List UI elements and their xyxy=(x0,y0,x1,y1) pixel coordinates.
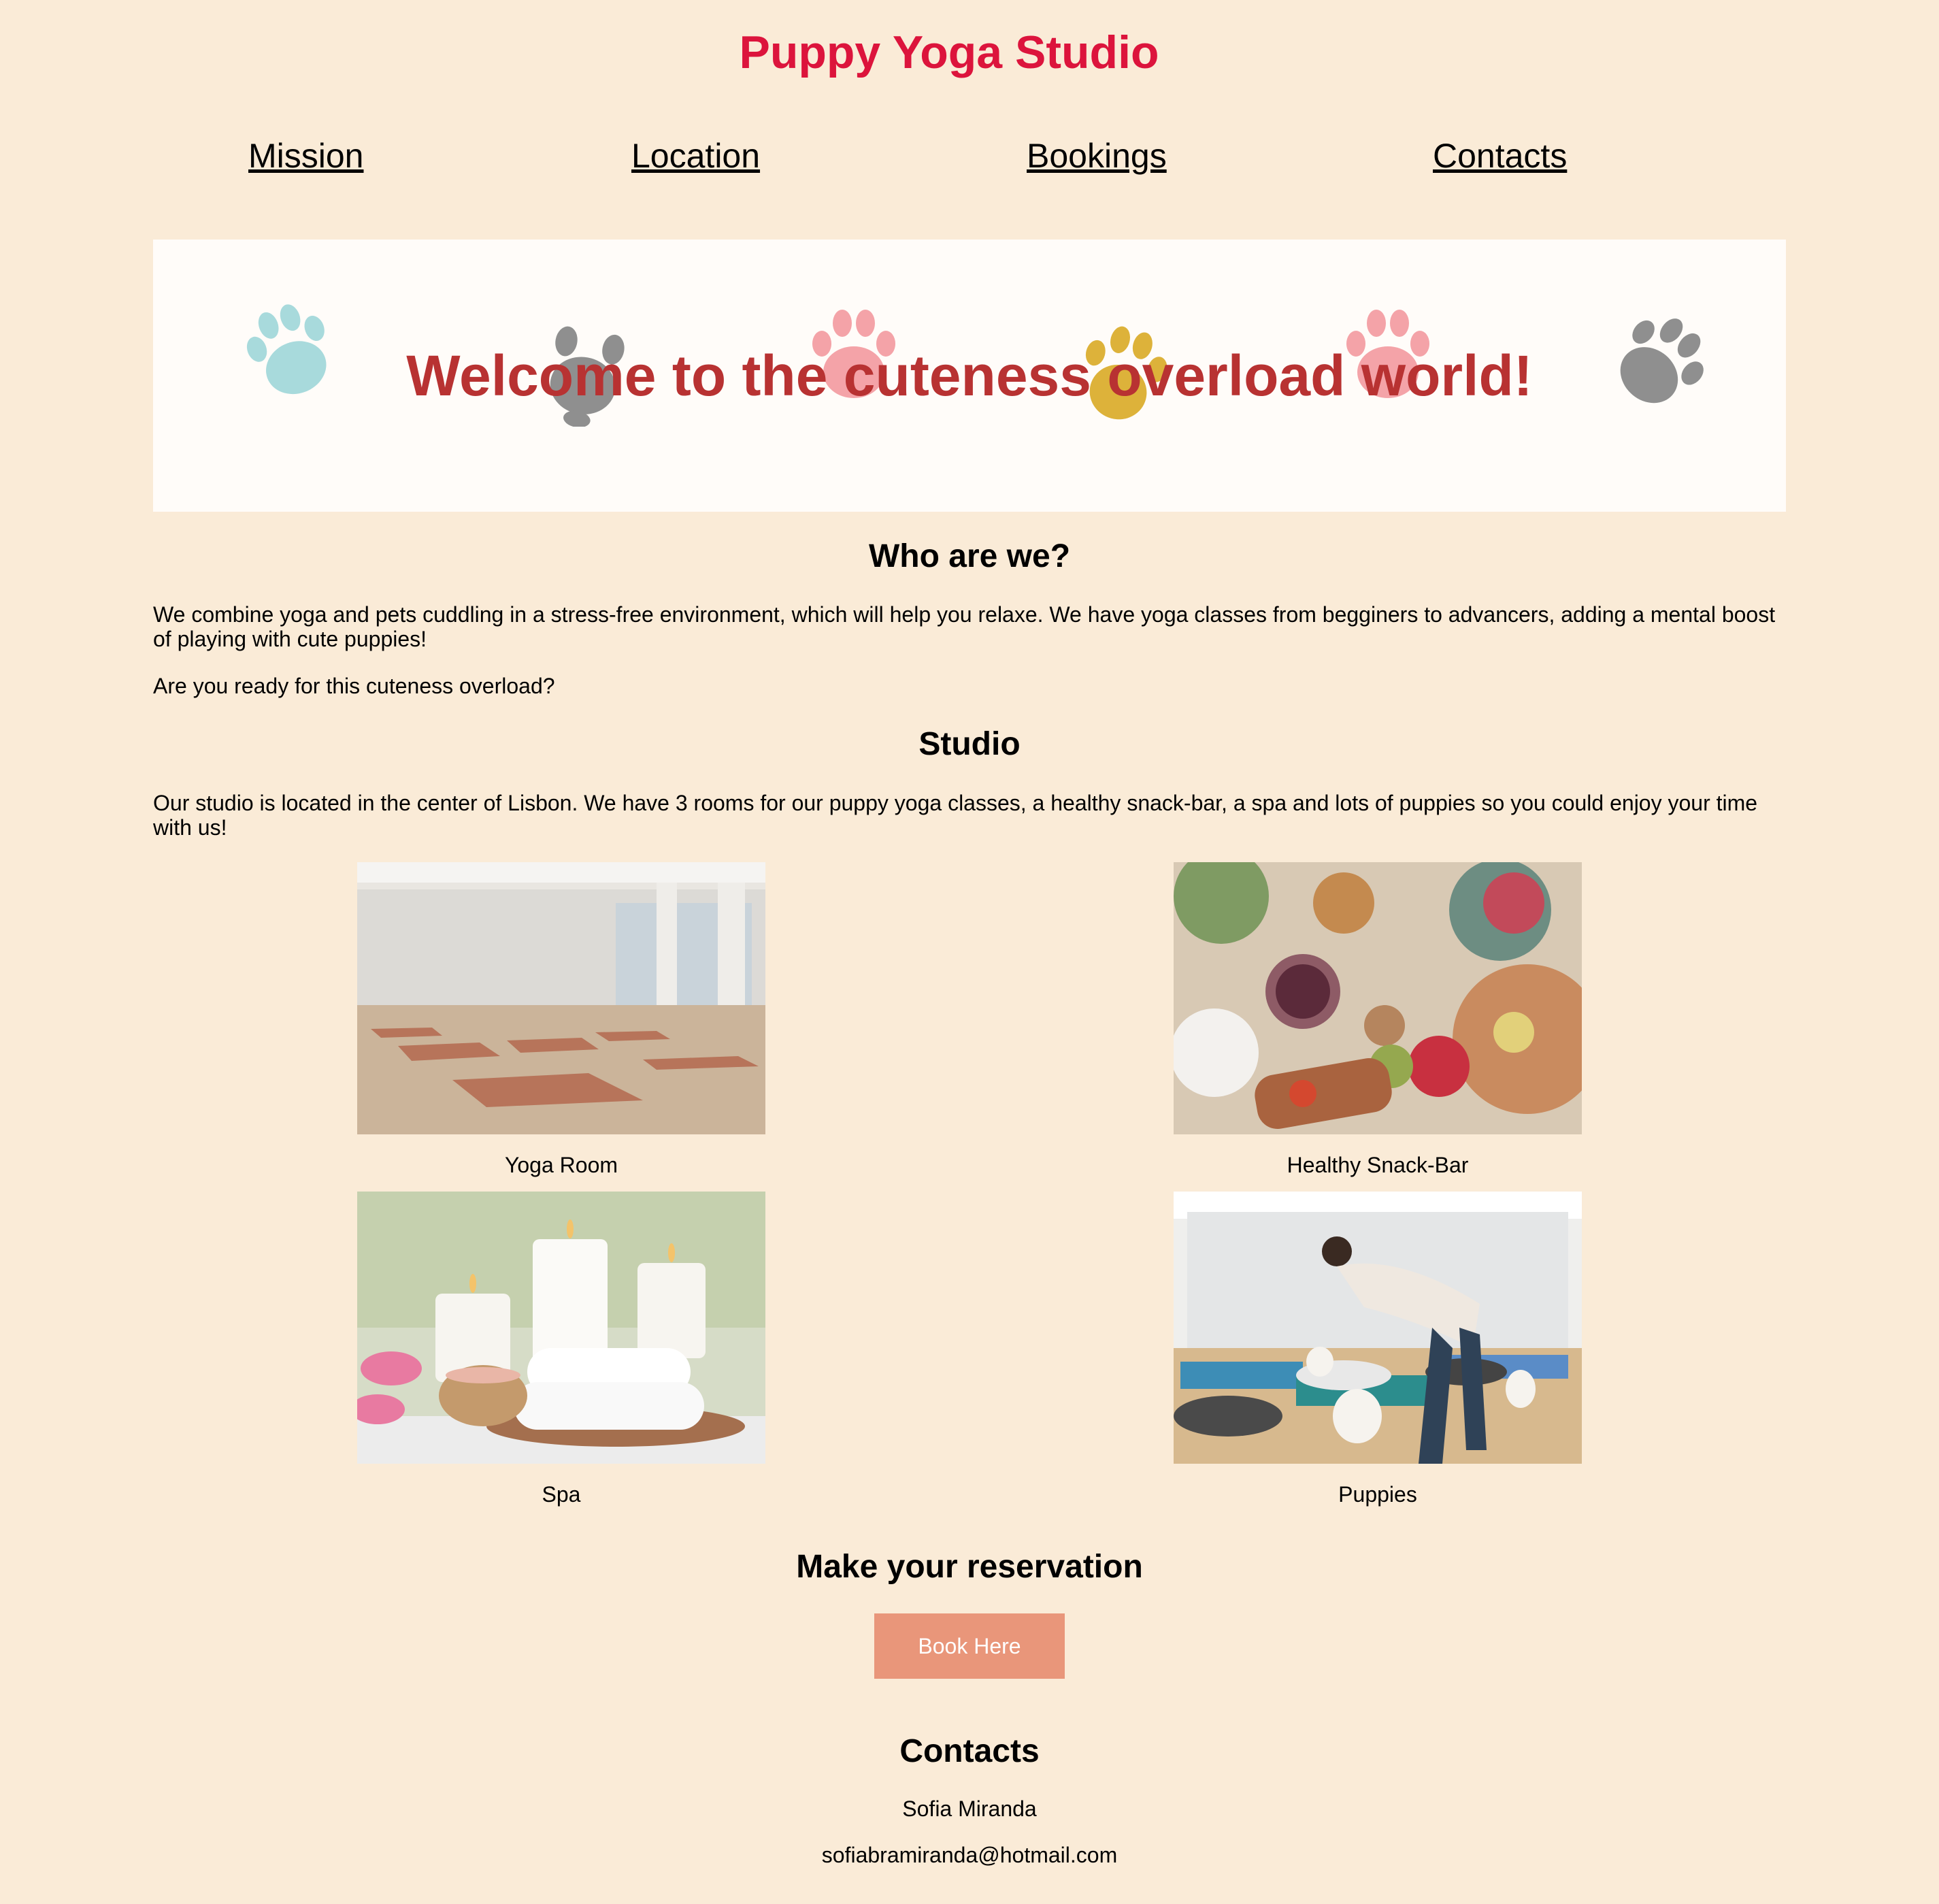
about-heading: Who are we? xyxy=(868,538,1071,574)
puppies-image xyxy=(1174,1192,1582,1464)
yoga-room-caption: Yoga Room xyxy=(504,1153,618,1177)
site-title: Puppy Yoga Studio xyxy=(739,27,1159,78)
nav-link-mission[interactable]: Mission xyxy=(248,136,363,176)
spa-image xyxy=(357,1192,765,1464)
nav-link-bookings[interactable]: Bookings xyxy=(1027,136,1167,176)
snack-bar-caption: Healthy Snack-Bar xyxy=(1287,1153,1469,1177)
welcome-banner: Welcome to the cuteness overload world! xyxy=(153,240,1786,512)
nav-link-location[interactable]: Location xyxy=(631,136,760,176)
nav-link-contacts[interactable]: Contacts xyxy=(1433,136,1567,176)
about-question: Are you ready for this cuteness overload… xyxy=(153,674,555,698)
studio-heading: Studio xyxy=(918,726,1021,762)
snack-bar-image xyxy=(1174,862,1582,1134)
book-here-button[interactable]: Book Here xyxy=(874,1613,1065,1679)
banner-headline: Welcome to the cuteness overload world! xyxy=(406,344,1533,408)
contact-email: sofiabramiranda@hotmail.com xyxy=(821,1843,1118,1867)
about-paragraph: We combine yoga and pets cuddling in a s… xyxy=(153,602,1776,651)
yoga-room-image xyxy=(357,862,765,1134)
reservation-heading: Make your reservation xyxy=(796,1549,1143,1585)
puppies-caption: Puppies xyxy=(1338,1482,1417,1507)
studio-paragraph: Our studio is located in the center of L… xyxy=(153,791,1758,840)
spa-caption: Spa xyxy=(542,1482,581,1507)
contact-name: Sofia Miranda xyxy=(902,1796,1037,1821)
contacts-heading: Contacts xyxy=(899,1733,1040,1769)
main-nav: Mission Location Bookings Contacts xyxy=(0,136,1939,184)
